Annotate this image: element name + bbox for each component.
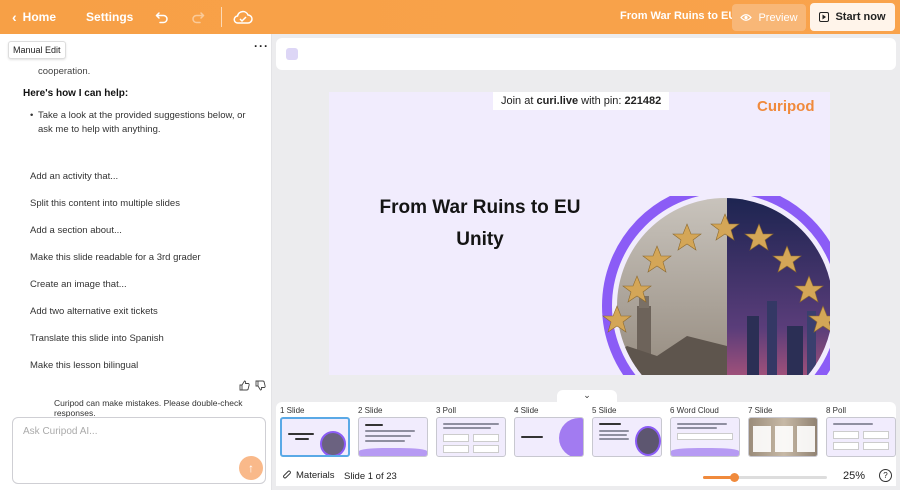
- thumb-label: 5 Slide: [592, 406, 617, 415]
- slide-thumbnail[interactable]: [670, 417, 740, 457]
- thumbs-up-icon[interactable]: [239, 380, 250, 391]
- assistant-panel: Manual Edit ··· cooperation. Here's how …: [0, 34, 272, 490]
- more-options-icon[interactable]: ···: [254, 39, 269, 53]
- slide-canvas[interactable]: Join at curi.live with pin: 221482 Curip…: [329, 92, 830, 375]
- manual-edit-tooltip: Manual Edit: [8, 41, 66, 59]
- zoom-slider[interactable]: [703, 473, 827, 482]
- zoom-level: 25%: [843, 470, 866, 482]
- play-icon: [819, 12, 830, 22]
- help-item: Take a look at the provided suggestions …: [30, 109, 250, 137]
- suggestion-item[interactable]: Make this lesson bilingual: [30, 360, 138, 371]
- thumb-label: 1 Slide: [280, 406, 305, 415]
- thumb-label: 2 Slide: [358, 406, 383, 415]
- suggestion-item[interactable]: Add two alternative exit tickets: [30, 306, 158, 317]
- slide-thumbnail[interactable]: [280, 417, 350, 457]
- curipod-logo: Curipod: [757, 98, 815, 115]
- thumb-label: 3 Poll: [436, 406, 457, 415]
- materials-label: Materials: [296, 470, 335, 481]
- preview-label: Preview: [758, 11, 798, 24]
- cloud-save-status[interactable]: [232, 9, 254, 25]
- deck-title[interactable]: From War Ruins to EU ...: [620, 10, 749, 22]
- cloud-check-icon: [233, 10, 254, 24]
- thumb-label: 7 Slide: [748, 406, 773, 415]
- slide-thumbnail[interactable]: [514, 417, 584, 457]
- collapse-strip-button[interactable]: ⌄: [557, 390, 617, 402]
- chevron-left-icon: ‹: [12, 9, 17, 25]
- assistant-message-fragment: cooperation.: [38, 66, 91, 77]
- home-label: Home: [22, 10, 57, 24]
- paperclip-icon: [283, 470, 291, 479]
- pin-mid: with pin:: [581, 95, 622, 107]
- pin-code: 221482: [624, 95, 662, 107]
- thumb-label: 6 Word Cloud: [670, 406, 719, 415]
- preview-button[interactable]: Preview: [732, 4, 806, 31]
- slide-title-line1: From War Ruins to EU: [379, 197, 581, 218]
- join-pin-banner: Join at curi.live with pin: 221482: [493, 92, 670, 110]
- slide-thumbnail[interactable]: [358, 417, 428, 457]
- eu-stars-image[interactable]: [597, 196, 830, 375]
- settings-button[interactable]: Settings: [86, 10, 133, 24]
- ai-disclaimer: Curipod can make mistakes. Please double…: [54, 398, 243, 418]
- help-heading: Here's how I can help:: [23, 88, 129, 99]
- slide-select-checkbox[interactable]: [286, 48, 298, 60]
- suggestion-item[interactable]: Split this content into multiple slides: [30, 198, 180, 209]
- feedback-buttons: [239, 380, 266, 391]
- toolbar-divider: [221, 7, 223, 27]
- slide-toolbar: [276, 38, 896, 70]
- home-button[interactable]: ‹ Home: [12, 9, 56, 25]
- suggestion-item[interactable]: Add a section about...: [30, 225, 122, 236]
- materials-button[interactable]: Materials: [282, 470, 335, 481]
- thumbs-down-icon[interactable]: [255, 380, 266, 391]
- thumb-label: 4 Slide: [514, 406, 539, 415]
- pin-prefix: Join at: [501, 95, 534, 107]
- start-now-button[interactable]: Start now: [810, 3, 895, 31]
- start-now-label: Start now: [835, 11, 886, 23]
- top-bar: ‹ Home Settings From War Ruins to EU ...…: [0, 0, 900, 34]
- arrow-up-icon: ↑: [248, 461, 254, 475]
- slide-title[interactable]: From War Ruins to EU Unity: [349, 192, 611, 256]
- redo-button[interactable]: [191, 10, 205, 24]
- slide-title-line2: Unity: [456, 229, 504, 250]
- undo-icon: [155, 12, 169, 24]
- ask-ai-input[interactable]: [23, 426, 223, 437]
- bottom-bar: Materials Slide 1 of 23 25% ?: [276, 466, 896, 488]
- help-icon[interactable]: ?: [879, 469, 892, 482]
- redo-icon: [192, 12, 205, 24]
- slide-thumbnail[interactable]: [436, 417, 506, 457]
- thumb-label: 8 Poll: [826, 406, 847, 415]
- suggestion-item[interactable]: Make this slide readable for a 3rd grade…: [30, 252, 201, 263]
- slide-thumbnail[interactable]: [592, 417, 662, 457]
- chevron-down-icon: ⌄: [583, 390, 591, 400]
- slide-thumbnail[interactable]: [748, 417, 818, 457]
- suggestion-item[interactable]: Add an activity that...: [30, 171, 118, 182]
- suggestion-item[interactable]: Create an image that...: [30, 279, 127, 290]
- slide-counter: Slide 1 of 23: [344, 471, 397, 482]
- suggestion-item[interactable]: Translate this slide into Spanish: [30, 333, 164, 344]
- slide-thumbnail[interactable]: [826, 417, 896, 457]
- ask-ai-box: ↑: [12, 417, 266, 484]
- send-button[interactable]: ↑: [239, 456, 263, 480]
- undo-button[interactable]: [155, 10, 169, 24]
- zoom-slider-handle[interactable]: [730, 473, 739, 482]
- pin-site: curi.live: [536, 95, 579, 107]
- eye-icon: [740, 14, 753, 21]
